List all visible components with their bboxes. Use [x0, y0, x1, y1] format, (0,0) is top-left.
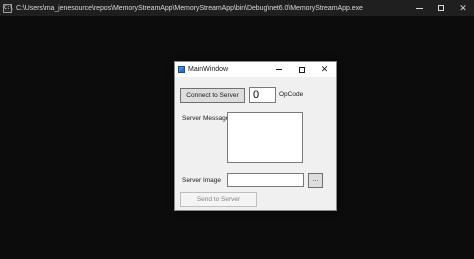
console-titlebar[interactable]: C:\ C:\Users\ma_jenesource\repos\MemoryS… [0, 0, 474, 16]
close-icon: ✕ [459, 2, 467, 13]
console-close-button[interactable]: ✕ [452, 0, 474, 16]
send-to-server-button[interactable]: Send to Server [180, 192, 257, 207]
maximize-icon [438, 5, 444, 11]
close-icon: ✕ [320, 64, 329, 74]
main-window-maximize-button[interactable] [290, 62, 313, 77]
minimize-icon [275, 69, 282, 70]
server-image-path-input[interactable] [227, 173, 304, 187]
app-icon [178, 66, 185, 73]
connect-to-server-button[interactable]: Connect to Server [180, 88, 245, 103]
main-window-minimize-button[interactable] [267, 62, 290, 77]
console-app-icon: C:\ [3, 3, 14, 13]
opcode-label: OpCode [279, 91, 304, 98]
browse-button[interactable]: ... [308, 173, 323, 188]
opcode-input[interactable]: 0 [249, 87, 276, 103]
maximize-icon [298, 66, 305, 73]
main-window-title: MainWindow [188, 66, 229, 73]
main-window-titlebar[interactable]: MainWindow ✕ [175, 62, 336, 77]
minimize-icon [415, 7, 423, 9]
console-title: C:\Users\ma_jenesource\repos\MemoryStrea… [16, 4, 363, 12]
server-image-label: Server Image [182, 177, 222, 184]
server-message-label: Server Message [182, 115, 230, 122]
main-window: MainWindow ✕ Connect to Server 0 OpCode … [174, 61, 337, 211]
console-minimize-button[interactable] [408, 0, 430, 16]
server-message-textbox[interactable] [227, 112, 303, 163]
main-window-close-button[interactable]: ✕ [313, 62, 336, 77]
console-maximize-button[interactable] [430, 0, 452, 16]
